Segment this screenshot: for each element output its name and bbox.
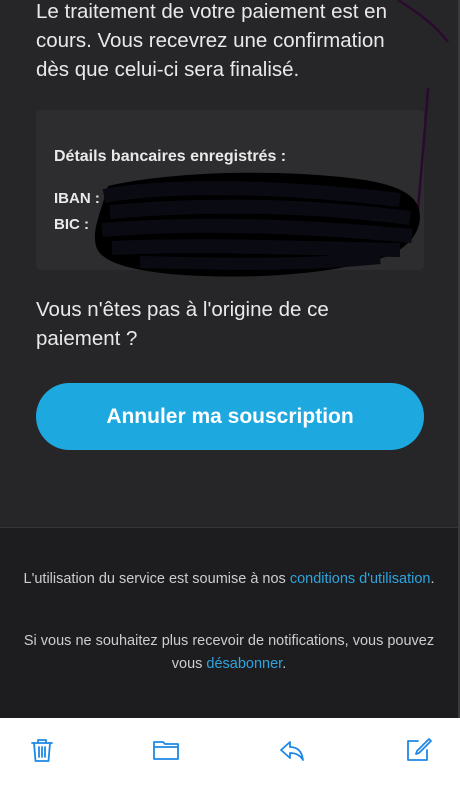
terms-link[interactable]: conditions d'utilisation	[290, 571, 431, 587]
email-body: Le traitement de votre paiement est en c…	[0, 0, 460, 718]
terms-text: L'utilisation du service est soumise à n…	[23, 571, 290, 587]
unsubscribe-end: .	[282, 656, 287, 672]
trash-icon[interactable]	[24, 732, 60, 768]
terms-end: .	[430, 571, 435, 587]
not-origin-question: Vous n'êtes pas à l'origine de ce paieme…	[36, 298, 329, 350]
bank-details-title: Détails bancaires enregistrés :	[54, 148, 287, 165]
folder-icon[interactable]	[148, 732, 184, 768]
email-footer: L'utilisation du service est soumise à n…	[0, 527, 458, 718]
mail-toolbar	[0, 718, 460, 800]
bic-label: BIC :	[54, 216, 89, 233]
unsubscribe-link[interactable]: désabonner	[206, 656, 282, 672]
bank-details-card: Détails bancaires enregistrés : IBAN : B…	[36, 110, 424, 270]
iban-label: IBAN :	[54, 190, 100, 207]
cancel-subscription-button[interactable]: Annuler ma souscription	[36, 383, 424, 450]
compose-icon[interactable]	[400, 732, 436, 768]
payment-status-text: Le traitement de votre paiement est en c…	[36, 0, 387, 81]
reply-icon[interactable]	[274, 732, 310, 768]
terms-notice: L'utilisation du service est soumise à n…	[20, 568, 438, 591]
unsubscribe-notice: Si vous ne souhaitez plus recevoir de no…	[20, 630, 438, 676]
